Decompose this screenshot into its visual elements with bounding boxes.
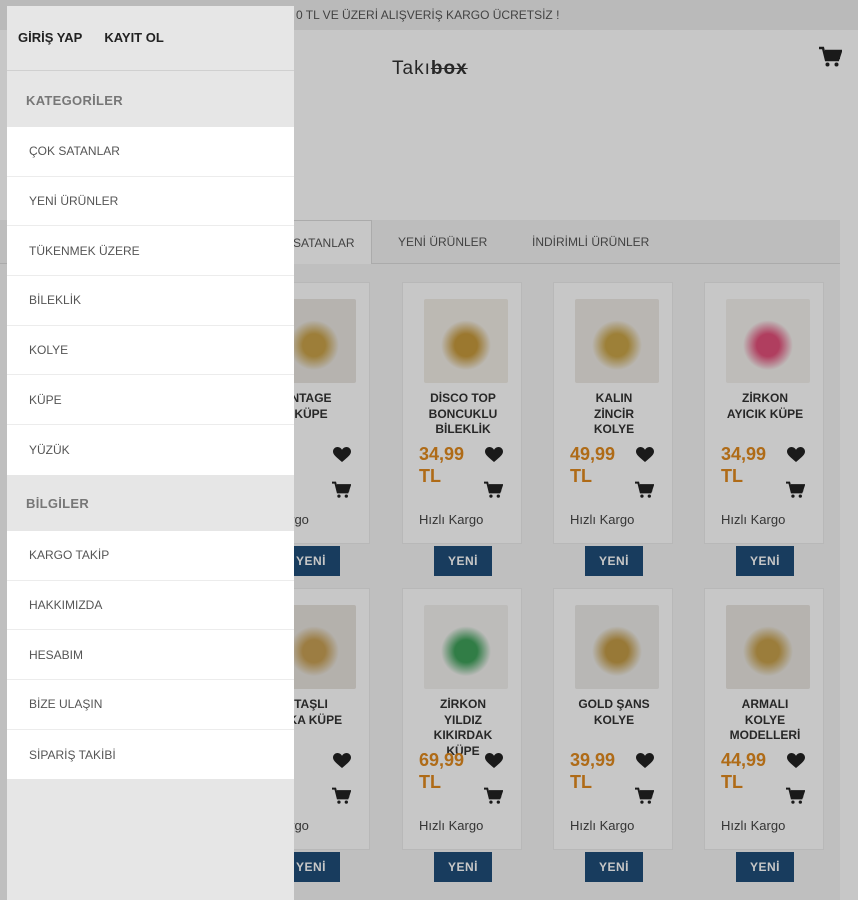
info-heading: BİLGİLER [7,476,294,530]
menu-item-label: HAKKIMIZDA [29,598,103,613]
categories-heading: KATEGORİLER [7,73,294,127]
menu-item-categories-2[interactable]: TÜKENMEK ÜZERE [7,226,294,277]
menu-item-label: TÜKENMEK ÜZERE [29,243,140,258]
menu-item-categories-3[interactable]: BİLEKLİK [7,276,294,326]
menu-item-label: KÜPE [29,392,62,407]
menu-item-categories-5[interactable]: KÜPE [7,375,294,426]
menu-item-label: BİZE ULAŞIN [29,697,103,712]
menu-item-info-4[interactable]: SİPARİŞ TAKİBİ [7,730,294,780]
menu-item-categories-1[interactable]: YENİ ÜRÜNLER [7,177,294,227]
menu-item-label: KARGO TAKİP [29,548,110,563]
register-link[interactable]: KAYIT OL [104,30,163,45]
login-link[interactable]: GİRİŞ YAP [18,30,82,45]
menu-item-label: BİLEKLİK [29,293,82,308]
menu-item-label: HESABIM [29,647,84,662]
side-drawer: GİRİŞ YAP KAYIT OL KATEGORİLER ÇOK SATAN… [7,6,294,900]
menu-item-label: ÇOK SATANLAR [29,144,120,159]
info-menu: KARGO TAKİP HAKKIMIZDA HESABIM BİZE ULAŞIN S… [7,531,294,780]
drawer-auth-bar: GİRİŞ YAP KAYIT OL [7,6,294,71]
menu-item-info-1[interactable]: HAKKIMIZDA [7,581,294,631]
menu-item-categories-0[interactable]: ÇOK SATANLAR [7,127,294,177]
categories-menu: ÇOK SATANLAR YENİ ÜRÜNLER TÜKENMEK ÜZERE Bİ… [7,127,294,475]
menu-item-label: KOLYE [29,343,69,358]
menu-item-info-3[interactable]: BİZE ULAŞIN [7,680,294,730]
menu-item-label: YENİ ÜRÜNLER [29,194,119,209]
menu-item-info-0[interactable]: KARGO TAKİP [7,531,294,581]
menu-item-categories-4[interactable]: KOLYE [7,326,294,376]
menu-item-label: SİPARİŞ TAKİBİ [29,747,116,762]
menu-item-info-2[interactable]: HESABIM [7,630,294,681]
menu-item-label: YÜZÜK [29,442,70,457]
menu-item-categories-6[interactable]: YÜZÜK [7,425,294,475]
